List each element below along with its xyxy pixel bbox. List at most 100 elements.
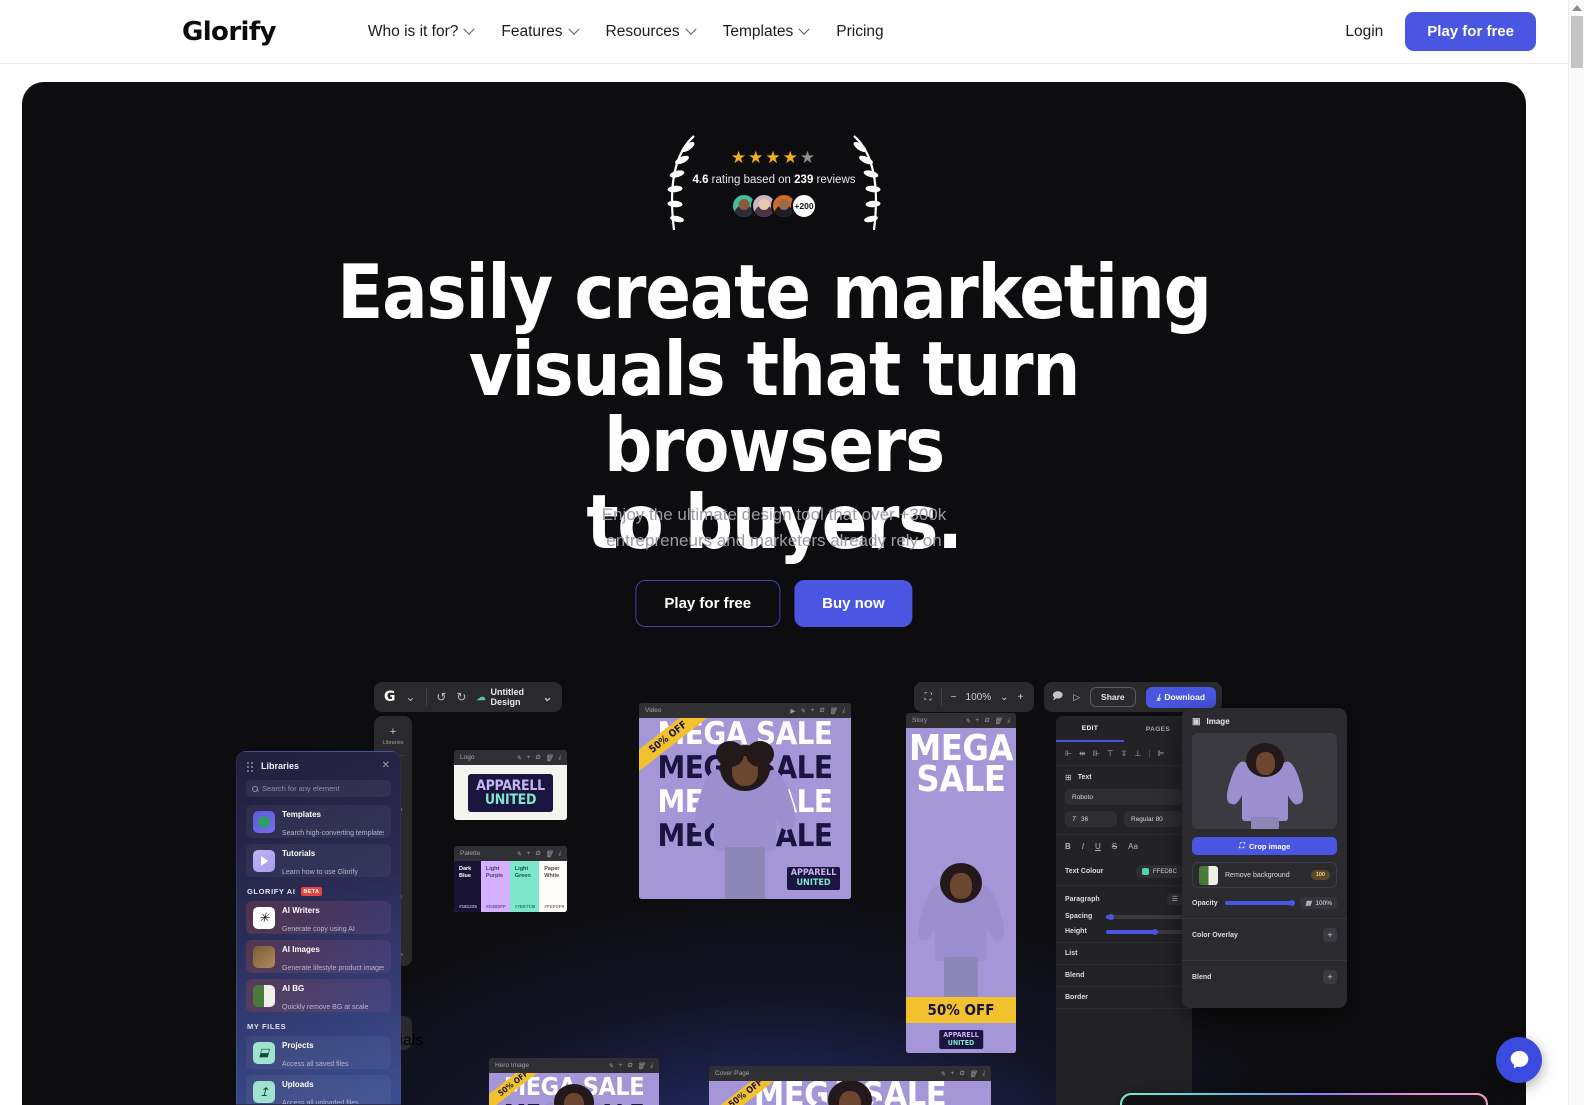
canvas-card-logo[interactable]: Logo ✎ + ⧉ 🗑 ⤓ APPARELL UNITED xyxy=(454,750,567,820)
underline-icon[interactable]: U xyxy=(1095,842,1101,851)
nav-item-templates[interactable]: Templates xyxy=(723,23,810,41)
blend-row[interactable]: Blend + xyxy=(1182,960,1347,993)
library-item-uploads[interactable]: Uploads Access all uploaded files xyxy=(246,1075,391,1104)
letter-case-icon[interactable]: Aa xyxy=(1128,842,1138,851)
remove-background-row[interactable]: Remove background 100 xyxy=(1192,862,1337,888)
edit-icon[interactable]: ✎ xyxy=(608,1062,613,1070)
align-bottom-icon[interactable]: ⊥ xyxy=(1134,749,1141,758)
add-icon[interactable]: + xyxy=(526,754,530,762)
list-row[interactable]: List xyxy=(1056,943,1192,965)
download-button[interactable]: ⤓ Download xyxy=(1145,686,1217,708)
border-row[interactable]: Border xyxy=(1056,987,1192,1009)
duplicate-icon[interactable]: ⧉ xyxy=(819,707,824,715)
delete-icon[interactable]: 🗑 xyxy=(829,707,837,715)
blend-row[interactable]: Blend xyxy=(1056,965,1192,987)
search-input[interactable]: Search for any element xyxy=(246,780,391,797)
distribute-icon[interactable]: ⊫ xyxy=(1157,749,1164,758)
scrollbar-thumb[interactable] xyxy=(1571,16,1583,68)
edit-icon[interactable]: ✎ xyxy=(516,850,521,858)
align-left-icon[interactable]: ⊩ xyxy=(1065,749,1072,758)
align-top-icon[interactable]: ⊤ xyxy=(1107,749,1114,758)
comment-icon[interactable]: 🗩 xyxy=(1052,689,1063,706)
color-overlay-row[interactable]: Color Overlay + xyxy=(1182,918,1347,951)
share-button[interactable]: Share xyxy=(1090,687,1136,707)
download-icon[interactable]: ⤓ xyxy=(650,1062,653,1070)
close-icon[interactable]: ✕ xyxy=(382,761,390,771)
bold-icon[interactable]: B xyxy=(1065,842,1071,851)
tab-edit[interactable]: EDIT xyxy=(1056,716,1124,742)
library-item-tutorials[interactable]: Tutorials Learn how to use Glorify xyxy=(246,844,391,877)
italic-icon[interactable]: I xyxy=(1082,842,1084,851)
duplicate-icon[interactable]: ⧉ xyxy=(984,717,989,725)
height-slider[interactable] xyxy=(1106,928,1183,935)
download-icon[interactable]: ⤓ xyxy=(982,1070,985,1078)
library-item-ai-images[interactable]: AI Images Generate lifestyle product ima… xyxy=(246,940,391,973)
download-icon[interactable]: ⤓ xyxy=(1007,717,1010,725)
canvas-card-palette[interactable]: Palette ✎ + ⧉ 🗑 ⤓ Dark Blue #181235 Ligh… xyxy=(454,846,567,912)
edit-icon[interactable]: ✎ xyxy=(965,717,970,725)
edit-icon[interactable]: ✎ xyxy=(516,754,521,762)
nav-item-pricing[interactable]: Pricing xyxy=(836,23,883,41)
chat-launcher-button[interactable] xyxy=(1496,1037,1542,1083)
font-family-select[interactable]: Roboto xyxy=(1065,789,1183,805)
edit-icon[interactable]: ✎ xyxy=(800,707,805,715)
delete-icon[interactable]: 🗑 xyxy=(637,1062,645,1070)
edit-icon[interactable]: ✎ xyxy=(940,1070,945,1078)
glorify-g-icon[interactable]: G xyxy=(384,689,396,705)
font-size-input[interactable]: T 36 xyxy=(1065,811,1117,827)
library-item-projects[interactable]: Projects Access all saved files xyxy=(246,1036,391,1069)
add-icon[interactable]: + xyxy=(526,850,530,858)
library-item-templates[interactable]: Templates Search high-converting templat… xyxy=(246,805,391,838)
download-icon[interactable]: ⤓ xyxy=(558,850,561,858)
font-weight-select[interactable]: Regular 80 xyxy=(1124,811,1183,827)
page-scrollbar[interactable] xyxy=(1568,0,1584,1105)
redo-icon[interactable]: ↻ xyxy=(456,690,466,704)
align-right-icon[interactable]: ⊪ xyxy=(1093,749,1100,758)
download-icon[interactable]: ⤓ xyxy=(842,707,845,715)
download-icon[interactable]: ⤓ xyxy=(558,754,561,762)
hero-play-for-free-button[interactable]: Play for free xyxy=(635,580,781,627)
duplicate-icon[interactable]: ⧉ xyxy=(959,1070,964,1078)
spacing-slider[interactable] xyxy=(1106,913,1183,920)
add-icon[interactable]: + xyxy=(810,707,814,715)
add-icon[interactable]: + xyxy=(950,1070,954,1078)
strikethrough-icon[interactable]: S xyxy=(1112,842,1117,851)
align-middle-icon[interactable]: ⇳ xyxy=(1121,749,1128,758)
duplicate-icon[interactable]: ⧉ xyxy=(535,754,540,762)
undo-icon[interactable]: ↺ xyxy=(436,690,446,704)
present-icon[interactable]: ▷ xyxy=(1073,692,1080,703)
library-item-ai-writers[interactable]: AI Writers Generate copy using AI xyxy=(246,901,391,934)
align-center-horizontal-icon[interactable]: ⇹ xyxy=(1079,749,1086,758)
document-name[interactable]: ☁ Untitled Design ⌄ xyxy=(476,687,552,707)
play-icon[interactable]: ▶ xyxy=(790,707,795,715)
opacity-value[interactable]: ▦ 100% xyxy=(1300,897,1337,909)
align-paragraph-icon[interactable]: ☰ xyxy=(1166,893,1183,905)
library-item-ai-bg[interactable]: AI BG Quickly remove BG at scale xyxy=(246,979,391,1012)
nav-item-resources[interactable]: Resources xyxy=(606,23,697,41)
canvas-card-story[interactable]: Story ✎ + ⧉ 🗑 ⤓ MEGA SALE 50% OFF APPARE… xyxy=(906,713,1016,1053)
play-for-free-button[interactable]: Play for free xyxy=(1405,12,1536,51)
nav-item-who-is-it-for[interactable]: Who is it for? xyxy=(368,23,476,41)
plus-icon[interactable]: + xyxy=(1323,928,1337,942)
chevron-down-icon[interactable]: ⌄ xyxy=(406,690,416,704)
nav-item-features[interactable]: Features xyxy=(501,23,580,41)
canvas-card-video[interactable]: Video ▶ ✎ + ⧉ 🗑 ⤓ MEGA SALE MEGA SALE MEGA SA… xyxy=(639,703,851,899)
chevron-down-icon[interactable]: ⌄ xyxy=(1000,692,1008,703)
tool-libraries[interactable]: + Libraries xyxy=(374,722,412,751)
zoom-out-button[interactable]: − xyxy=(951,692,957,703)
delete-icon[interactable]: 🗑 xyxy=(545,850,553,858)
plus-icon[interactable]: + xyxy=(1323,970,1337,984)
delete-icon[interactable]: 🗑 xyxy=(545,754,553,762)
canvas-card-cover-page[interactable]: Cover Page ✎ + ⧉ 🗑 ⤓ MEGA SALE MEGA SALE MEG… xyxy=(709,1066,991,1105)
add-icon[interactable]: + xyxy=(975,717,979,725)
hero-buy-now-button[interactable]: Buy now xyxy=(794,580,913,627)
promo-banner[interactable]: Cyber Week Lifetime Deal Only $480 $97 0… xyxy=(1120,1093,1488,1105)
scroll-up-arrow-icon[interactable] xyxy=(1572,5,1582,11)
site-logo[interactable]: Glorify xyxy=(182,17,277,47)
login-link[interactable]: Login xyxy=(1345,23,1383,41)
fit-screen-icon[interactable]: ⛶ xyxy=(925,692,932,703)
opacity-slider[interactable] xyxy=(1224,900,1296,906)
canvas-card-hero-image[interactable]: Hero Image ✎ + ⧉ 🗑 ⤓ MEGA SALE MEGA SALE MEG… xyxy=(489,1058,659,1105)
crop-image-button[interactable]: ⛶ Crop image xyxy=(1192,837,1337,855)
text-colour-picker[interactable]: FFEDBC xyxy=(1136,865,1183,878)
